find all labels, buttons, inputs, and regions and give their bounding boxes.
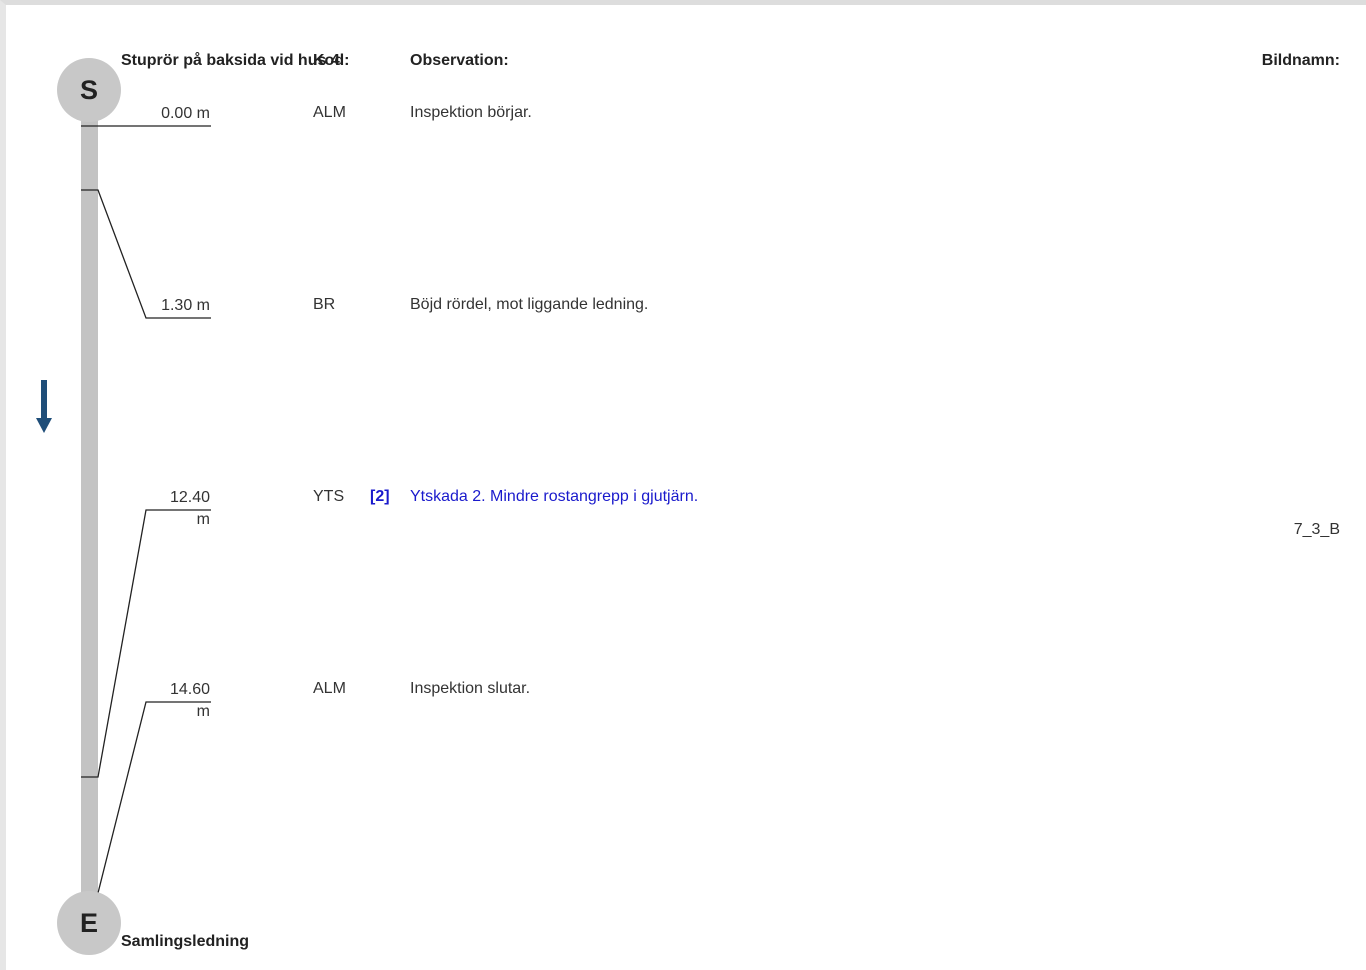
start-location-name: Stuprör på baksida vid hus 4	[121, 52, 340, 69]
observation-text: Böjd rördel, mot liggande ledning.	[410, 296, 649, 313]
end-node: E	[57, 891, 121, 955]
start-node: S	[57, 58, 121, 122]
observation-text: Inspektion slutar.	[410, 680, 531, 697]
end-location-name: Samlingsledning	[121, 933, 250, 950]
distance-unit: m	[196, 511, 210, 528]
observation-link[interactable]: Ytskada 2. Mindre rostangrepp i gjutjärn…	[410, 488, 698, 506]
observation-code: ALM	[313, 680, 346, 697]
bildnamn-header: Bildnamn:	[1261, 52, 1340, 69]
distance-label: 1.30 m	[145, 295, 210, 317]
distance-label: 12.40 m	[145, 487, 210, 531]
observation-code: YTS	[313, 488, 345, 505]
distance-label: 14.60 m	[145, 679, 210, 723]
distance-value: 12.40	[169, 489, 210, 506]
severity-grade: [2]	[370, 488, 390, 505]
distance-value: 14.60	[169, 681, 210, 698]
observation-code: BR	[313, 296, 336, 313]
observation-header: Observation:	[410, 52, 509, 69]
report-frame	[0, 0, 1366, 970]
pipe-bar	[81, 96, 98, 916]
arrow-down-icon	[36, 380, 52, 433]
observation-text: Inspektion börjar.	[410, 104, 532, 121]
observation-code: ALM	[313, 104, 346, 121]
image-name: 7_3_B	[1293, 521, 1340, 538]
kod-header: Kod:	[313, 52, 350, 69]
distance-label: 0.00 m	[145, 103, 210, 125]
distance-value: 1.30 m	[161, 297, 210, 314]
distance-unit: m	[196, 703, 210, 720]
distance-value: 0.00 m	[161, 105, 210, 122]
